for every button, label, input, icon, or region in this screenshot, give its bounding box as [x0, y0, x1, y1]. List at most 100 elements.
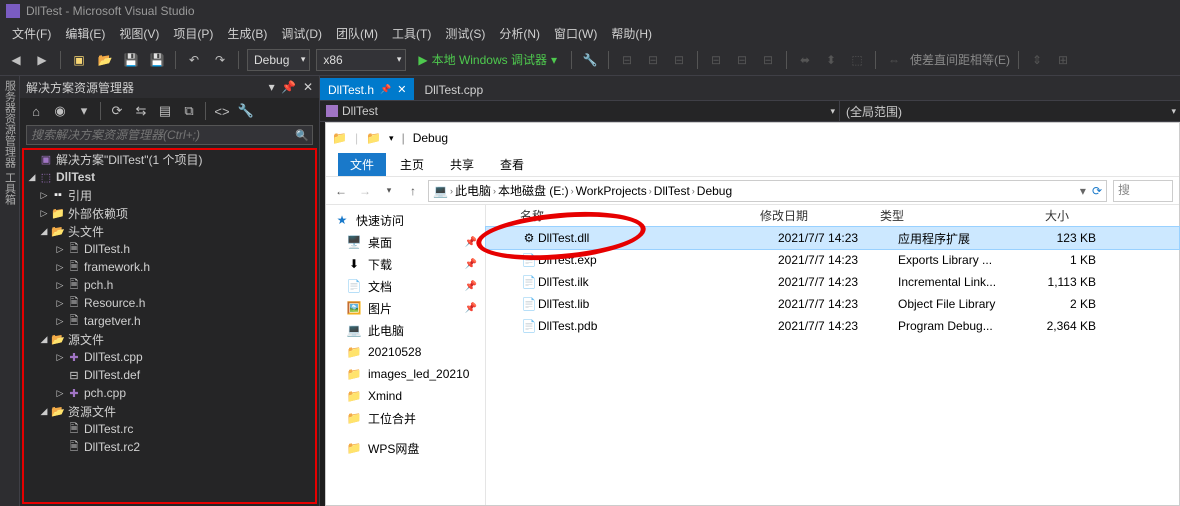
- back-icon[interactable]: ←: [332, 184, 350, 198]
- header-file[interactable]: ▷🗎DllTest.h: [22, 240, 317, 258]
- list-item[interactable]: 📄DllTest.exp2021/7/7 14:23Exports Librar…: [486, 249, 1179, 271]
- source-file[interactable]: ▷✚DllTest.cpp: [22, 348, 317, 366]
- wrench-icon[interactable]: 🔧: [236, 101, 256, 121]
- ribbon-home[interactable]: 主页: [388, 153, 436, 176]
- references-node[interactable]: ▷▪▪引用: [22, 186, 317, 204]
- server-explorer-tab[interactable]: 服务器资源管理器: [2, 80, 18, 168]
- open-icon[interactable]: 📂: [95, 50, 115, 70]
- forward-icon[interactable]: →: [356, 184, 374, 198]
- show-all-icon[interactable]: ▤: [155, 101, 175, 121]
- up-icon[interactable]: ↑: [404, 184, 422, 198]
- redo-icon[interactable]: ↷: [210, 50, 230, 70]
- explorer-search[interactable]: 搜: [1113, 180, 1173, 202]
- chevron-down-icon[interactable]: ▾: [74, 101, 94, 121]
- project-scope-combo[interactable]: DllTest: [320, 101, 840, 121]
- dropdown-icon[interactable]: ▾: [1080, 184, 1086, 198]
- menu-file[interactable]: 文件(F): [6, 23, 57, 44]
- header-file[interactable]: ▷🗎targetver.h: [22, 312, 317, 330]
- home-icon[interactable]: ⌂: [26, 101, 46, 121]
- menu-help[interactable]: 帮助(H): [605, 23, 658, 44]
- menu-analyze[interactable]: 分析(N): [493, 23, 546, 44]
- tool-icon[interactable]: 🔧: [580, 50, 600, 70]
- resource-file[interactable]: 🗎DllTest.rc: [22, 420, 317, 438]
- menu-team[interactable]: 团队(M): [330, 23, 384, 44]
- undo-icon[interactable]: ↶: [184, 50, 204, 70]
- nav-item[interactable]: 📁WPS网盘: [326, 437, 485, 459]
- align-top-icon[interactable]: ⊟: [706, 50, 726, 70]
- solution-search[interactable]: [20, 124, 319, 146]
- quick-access[interactable]: ★快速访问: [326, 209, 485, 231]
- ribbon-file[interactable]: 文件: [338, 153, 386, 176]
- header-file[interactable]: ▷🗎pch.h: [22, 276, 317, 294]
- nav-item[interactable]: 💻此电脑: [326, 319, 485, 341]
- sync-icon[interactable]: ⇆: [131, 101, 151, 121]
- list-header[interactable]: 名称 修改日期 类型 大小: [486, 205, 1179, 227]
- global-scope-combo[interactable]: (全局范围): [840, 101, 1180, 121]
- menu-test[interactable]: 测试(S): [439, 23, 491, 44]
- code-icon[interactable]: <>: [212, 101, 232, 121]
- close-icon[interactable]: ✕: [397, 83, 406, 96]
- nav-item[interactable]: 📁Xmind: [326, 385, 485, 407]
- resource-file[interactable]: 🗎DllTest.rc2: [22, 438, 317, 456]
- align-bot-icon[interactable]: ⊟: [758, 50, 778, 70]
- tab-dlltest-h[interactable]: DllTest.h📌✕: [320, 78, 414, 100]
- list-item[interactable]: ⚙DllTest.dll2021/7/7 14:23应用程序扩展123 KB: [486, 227, 1179, 249]
- tab-dlltest-cpp[interactable]: DllTest.cpp: [416, 78, 491, 100]
- nav-item[interactable]: 📄文档📌: [326, 275, 485, 297]
- ribbon-share[interactable]: 共享: [438, 153, 486, 176]
- align-center-icon[interactable]: ⊟: [643, 50, 663, 70]
- refresh-icon[interactable]: ⟳: [1092, 184, 1102, 198]
- new-icon[interactable]: ▣: [69, 50, 89, 70]
- folder-icon[interactable]: 📁: [366, 131, 381, 145]
- refresh-icon[interactable]: ⟳: [107, 101, 127, 121]
- align-right-icon[interactable]: ⊟: [669, 50, 689, 70]
- recent-icon[interactable]: ▾: [380, 185, 398, 196]
- nav-item[interactable]: 🖥️桌面📌: [326, 231, 485, 253]
- forward-icon[interactable]: ▶: [32, 50, 52, 70]
- nav-item[interactable]: 📁工位合并: [326, 407, 485, 429]
- collapse-icon[interactable]: ◉: [50, 101, 70, 121]
- menu-debug[interactable]: 调试(D): [275, 23, 328, 44]
- config-combo[interactable]: Debug: [247, 49, 310, 71]
- external-deps-node[interactable]: ▷📁外部依赖项: [22, 204, 317, 222]
- align-left-icon[interactable]: ⊟: [617, 50, 637, 70]
- project-node[interactable]: ◢⬚DllTest: [22, 168, 317, 186]
- header-file[interactable]: ▷🗎Resource.h: [22, 294, 317, 312]
- crumb[interactable]: WorkProjects: [576, 184, 647, 198]
- menu-project[interactable]: 项目(P): [167, 23, 219, 44]
- breadcrumb[interactable]: 💻 › 此电脑› 本地磁盘 (E:)› WorkProjects› DllTes…: [428, 180, 1107, 202]
- copy-icon[interactable]: ⧉: [179, 101, 199, 121]
- crumb[interactable]: 此电脑: [455, 182, 491, 199]
- menu-build[interactable]: 生成(B): [221, 23, 273, 44]
- crumb[interactable]: Debug: [697, 184, 732, 198]
- save-icon[interactable]: 💾: [121, 50, 141, 70]
- back-icon[interactable]: ◀: [6, 50, 26, 70]
- nav-item[interactable]: ⬇下载📌: [326, 253, 485, 275]
- spacing-label[interactable]: 使差直间距相等(E): [910, 51, 1010, 68]
- crumb[interactable]: 本地磁盘 (E:): [498, 182, 569, 199]
- size-h-icon[interactable]: ⬌: [795, 50, 815, 70]
- platform-combo[interactable]: x86: [316, 49, 406, 71]
- nav-item[interactable]: 🖼️图片📌: [326, 297, 485, 319]
- solution-node[interactable]: ▣解决方案"DllTest"(1 个项目): [22, 150, 317, 168]
- list-item[interactable]: 📄DllTest.pdb2021/7/7 14:23Program Debug.…: [486, 315, 1179, 337]
- source-file[interactable]: ⊟DllTest.def: [22, 366, 317, 384]
- size-both-icon[interactable]: ⬚: [847, 50, 867, 70]
- align-mid-icon[interactable]: ⊟: [732, 50, 752, 70]
- header-folder[interactable]: ◢📂头文件: [22, 222, 317, 240]
- source-file[interactable]: ▷✚pch.cpp: [22, 384, 317, 402]
- nav-item[interactable]: 📁images_led_20210: [326, 363, 485, 385]
- nav-item[interactable]: 📁20210528: [326, 341, 485, 363]
- ribbon-view[interactable]: 查看: [488, 153, 536, 176]
- list-item[interactable]: 📄DllTest.lib2021/7/7 14:23Object File Li…: [486, 293, 1179, 315]
- menu-edit[interactable]: 编辑(E): [59, 23, 111, 44]
- run-button[interactable]: 本地 Windows 调试器 ▾: [412, 51, 563, 68]
- resource-folder[interactable]: ◢📂资源文件: [22, 402, 317, 420]
- hspace-icon[interactable]: ⇔: [884, 50, 904, 70]
- save-all-icon[interactable]: 💾: [147, 50, 167, 70]
- menu-window[interactable]: 窗口(W): [548, 23, 603, 44]
- size-v-icon[interactable]: ⬍: [821, 50, 841, 70]
- crumb[interactable]: DllTest: [654, 184, 690, 198]
- vspace-icon[interactable]: ⇕: [1027, 50, 1047, 70]
- qat-chevron[interactable]: ▾: [389, 133, 394, 144]
